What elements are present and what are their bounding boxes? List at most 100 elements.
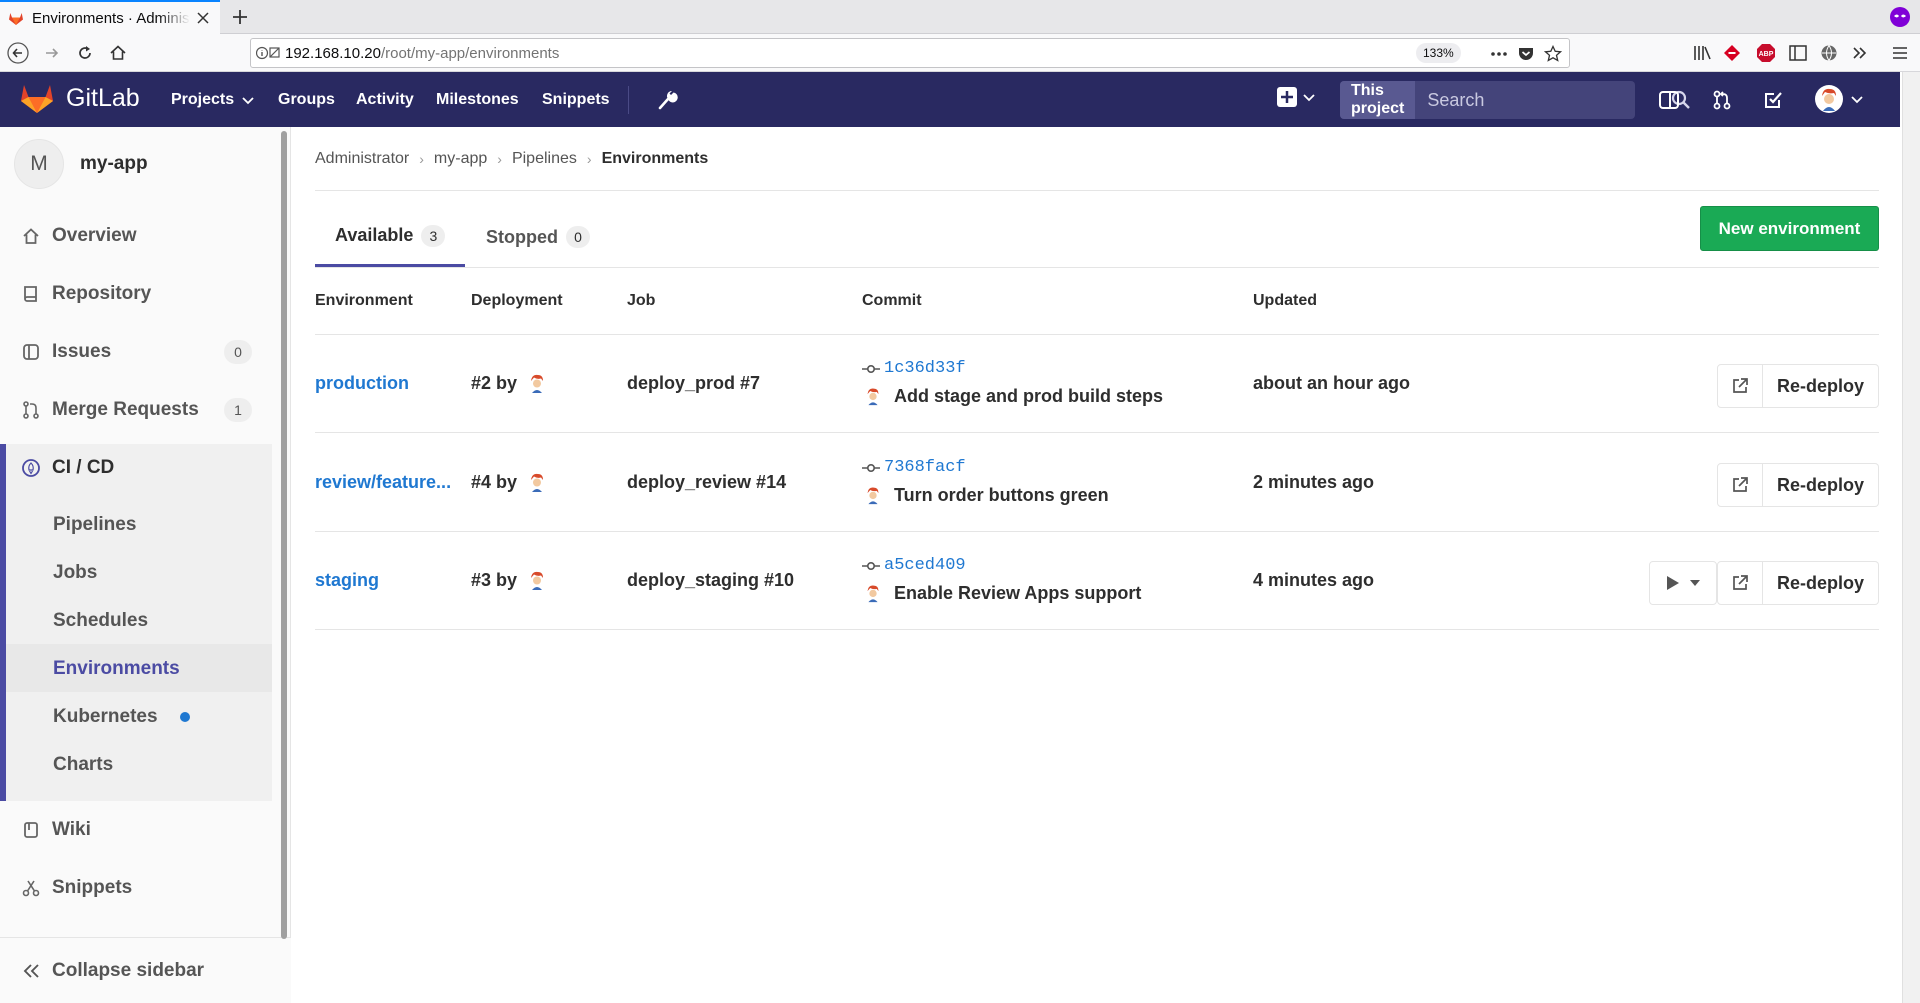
extension-red-icon[interactable] bbox=[1720, 41, 1744, 65]
sidebar-item-merge-requests[interactable]: Merge Requests 1 bbox=[0, 386, 272, 434]
todos-icon[interactable] bbox=[1760, 87, 1786, 113]
sidebar-toggle-icon[interactable] bbox=[1786, 41, 1810, 65]
new-tab-icon[interactable] bbox=[228, 6, 252, 28]
column-header-job: Job bbox=[627, 292, 656, 309]
job-link[interactable]: deploy_staging #10 bbox=[627, 570, 794, 591]
sidebar-sub-pipelines[interactable]: Pipelines bbox=[53, 514, 136, 536]
window-scrollbar[interactable] bbox=[1902, 72, 1920, 1003]
sidebar-sub-jobs[interactable]: Jobs bbox=[53, 562, 97, 584]
nav-activity[interactable]: Activity bbox=[356, 72, 414, 127]
user-avatar-icon[interactable] bbox=[525, 470, 549, 494]
reload-button[interactable] bbox=[73, 41, 97, 65]
user-menu-dropdown[interactable] bbox=[1814, 84, 1864, 114]
search-box: This project bbox=[1340, 81, 1691, 119]
column-header-environment: Environment bbox=[315, 292, 413, 309]
redeploy-button[interactable]: Re-deploy bbox=[1763, 561, 1879, 605]
nav-groups[interactable]: Groups bbox=[278, 72, 335, 127]
nav-snippets[interactable]: Snippets bbox=[542, 72, 610, 127]
commit-title-link[interactable]: Enable Review Apps support bbox=[894, 583, 1141, 604]
zoom-indicator[interactable]: 133% bbox=[1416, 43, 1461, 63]
wiki-book-icon bbox=[24, 822, 38, 838]
bookmark-star-icon[interactable] bbox=[1541, 42, 1565, 66]
url-bar[interactable]: 192.168.10.20/root/my-app/environments 1… bbox=[250, 38, 1570, 68]
updated-time: about an hour ago bbox=[1253, 373, 1410, 393]
breadcrumb-pipelines[interactable]: Pipelines bbox=[512, 150, 577, 168]
tab-available-label: Available bbox=[335, 225, 414, 245]
library-icon[interactable] bbox=[1690, 41, 1714, 65]
gitlab-logo[interactable]: GitLab bbox=[20, 82, 140, 114]
forward-button[interactable] bbox=[40, 41, 64, 65]
browser-tab[interactable]: Environments · Administrator / my-app · … bbox=[0, 0, 220, 34]
redeploy-button[interactable]: Re-deploy bbox=[1763, 463, 1879, 507]
environment-link[interactable]: production bbox=[315, 373, 465, 394]
user-avatar-icon bbox=[862, 385, 884, 407]
commit-sha-link[interactable]: 7368facf bbox=[884, 458, 966, 477]
sidebar-item-overview[interactable]: Overview bbox=[0, 212, 272, 260]
tab-available[interactable]: Available 3 bbox=[315, 207, 466, 267]
external-link-icon bbox=[1733, 378, 1748, 393]
deployment-number[interactable]: #2 by bbox=[471, 373, 517, 394]
search-input[interactable] bbox=[1415, 81, 1672, 119]
admin-wrench-icon[interactable] bbox=[655, 87, 679, 111]
commit-sha-link[interactable]: 1c36d33f bbox=[884, 359, 966, 378]
sidebar-item-repository[interactable]: Repository bbox=[0, 270, 272, 318]
tab-stopped[interactable]: Stopped 0 bbox=[466, 207, 610, 267]
environment-link[interactable]: staging bbox=[315, 570, 465, 591]
updated-time: 2 minutes ago bbox=[1253, 472, 1375, 492]
redeploy-button[interactable]: Re-deploy bbox=[1763, 364, 1879, 408]
sidebar-item-snippets[interactable]: Snippets bbox=[0, 864, 272, 912]
sidebar-sub-charts[interactable]: Charts bbox=[53, 754, 113, 776]
home-button[interactable] bbox=[106, 41, 130, 65]
commit-title: Add stage and prod build steps bbox=[862, 385, 1163, 407]
sidebar-scrollbar[interactable] bbox=[281, 131, 287, 939]
hamburger-menu-icon[interactable] bbox=[1888, 41, 1912, 65]
search-scope-badge[interactable]: This project bbox=[1340, 81, 1416, 119]
nav-milestones[interactable]: Milestones bbox=[436, 72, 519, 127]
sidebar-item-wiki[interactable]: Wiki bbox=[0, 806, 272, 854]
sidebar-item-cicd[interactable]: CI / CD bbox=[0, 444, 272, 492]
adblock-plus-icon[interactable]: ABP bbox=[1754, 41, 1778, 65]
sidebar-sub-schedules[interactable]: Schedules bbox=[53, 610, 148, 632]
sidebar-sub-environments[interactable]: Environments bbox=[53, 658, 180, 680]
gitlab-tanuki-icon bbox=[21, 85, 53, 113]
sidebar-panel-icon[interactable] bbox=[1656, 87, 1682, 113]
open-live-environment-button[interactable] bbox=[1717, 364, 1763, 408]
nav-projects[interactable]: Projects bbox=[171, 72, 256, 127]
close-tab-icon[interactable] bbox=[194, 9, 212, 27]
breadcrumb-administrator[interactable]: Administrator bbox=[315, 150, 409, 168]
job-link[interactable]: deploy_prod #7 bbox=[627, 373, 760, 394]
new-dropdown[interactable] bbox=[1276, 86, 1316, 108]
breadcrumb-project[interactable]: my-app bbox=[434, 150, 487, 168]
project-header[interactable]: M my-app bbox=[14, 139, 148, 189]
stopped-count-badge: 0 bbox=[566, 226, 590, 248]
commit-title-link[interactable]: Add stage and prod build steps bbox=[894, 386, 1163, 407]
issues-count-badge: 0 bbox=[224, 340, 252, 364]
commit-title-link[interactable]: Turn order buttons green bbox=[894, 485, 1109, 506]
overflow-menu-icon[interactable] bbox=[1848, 41, 1872, 65]
commit-sha-link[interactable]: a5ced409 bbox=[884, 556, 966, 575]
breadcrumb-environments[interactable]: Environments bbox=[602, 150, 709, 168]
extension-globe-icon[interactable] bbox=[1817, 41, 1841, 65]
open-live-environment-button[interactable] bbox=[1717, 463, 1763, 507]
project-sidebar: M my-app Overview Repository Issues 0 Me… bbox=[0, 127, 291, 1003]
merge-request-icon[interactable] bbox=[1709, 87, 1735, 113]
sidebar-item-issues[interactable]: Issues 0 bbox=[0, 328, 272, 376]
manual-actions-dropdown[interactable] bbox=[1649, 561, 1717, 605]
user-avatar-icon[interactable] bbox=[525, 568, 549, 592]
collapse-sidebar-button[interactable]: Collapse sidebar bbox=[0, 937, 291, 1003]
deployment-number[interactable]: #4 by bbox=[471, 472, 517, 493]
page-actions-icon[interactable] bbox=[1487, 42, 1511, 66]
sidebar-item-label: Overview bbox=[52, 225, 137, 246]
column-header-updated: Updated bbox=[1253, 292, 1317, 309]
back-button[interactable] bbox=[6, 41, 30, 65]
pocket-icon[interactable] bbox=[1514, 42, 1538, 66]
sidebar-sub-kubernetes[interactable]: Kubernetes bbox=[53, 706, 190, 728]
job-link[interactable]: deploy_review #14 bbox=[627, 472, 786, 493]
deployment-cell: #4 by bbox=[471, 470, 549, 494]
new-environment-button[interactable]: New environment bbox=[1700, 206, 1879, 251]
user-avatar-icon[interactable] bbox=[525, 371, 549, 395]
site-info-icon[interactable] bbox=[251, 39, 285, 67]
deployment-number[interactable]: #3 by bbox=[471, 570, 517, 591]
open-live-environment-button[interactable] bbox=[1717, 561, 1763, 605]
environment-link[interactable]: review/feature... bbox=[315, 472, 465, 493]
